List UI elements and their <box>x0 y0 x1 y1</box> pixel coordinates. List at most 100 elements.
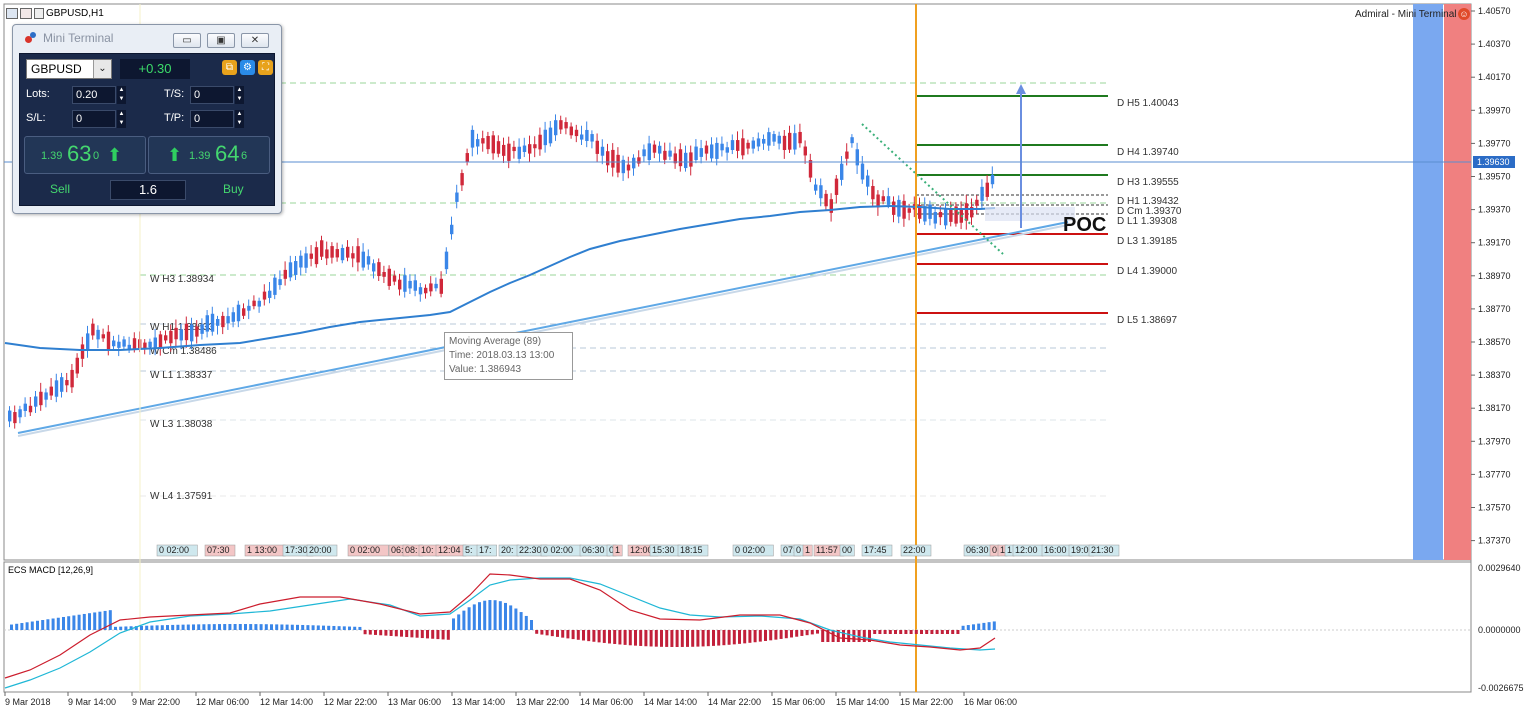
macd-hist-positive <box>197 624 201 630</box>
bull-candle <box>668 150 672 157</box>
bull-candle <box>304 253 308 268</box>
bear-candle <box>507 143 511 161</box>
symbol-dropdown[interactable]: GBPUSD ⌄ <box>26 59 112 79</box>
bull-candle <box>455 192 459 202</box>
bull-candle <box>112 340 116 347</box>
bear-candle <box>512 146 516 152</box>
mini-terminal-titlebar[interactable]: Mini Terminal ▭ ▣ ✕ <box>13 25 281 51</box>
bull-candle <box>236 304 241 322</box>
buy-price-big: 64 <box>215 141 240 166</box>
bear-candle <box>564 122 568 129</box>
bull-candle <box>632 157 636 169</box>
macd-hist-negative <box>732 630 736 645</box>
tp-input[interactable]: 0 <box>190 110 234 128</box>
bear-candle <box>595 140 599 154</box>
macd-hist-negative <box>634 630 637 646</box>
macd-hist-negative <box>717 630 721 646</box>
volume-display[interactable]: 1.6 <box>110 180 186 200</box>
window-icons <box>6 8 44 20</box>
bull-candle <box>580 134 584 140</box>
macd-hist-positive <box>62 616 65 630</box>
macd-hist-positive <box>202 624 206 630</box>
expert-status-icon[interactable]: ☺ <box>1458 8 1470 20</box>
bull-candle <box>699 148 703 157</box>
bear-candle <box>574 129 579 137</box>
macd-hist-negative <box>374 630 377 635</box>
tp-stepper[interactable]: ▲ ▼ <box>235 110 244 128</box>
bull-candle <box>205 315 209 332</box>
macd-hist-negative <box>873 630 877 634</box>
sell-price-button[interactable]: 1.39 63 0 ⬆ <box>24 136 146 174</box>
minimize-button[interactable]: ▭ <box>173 33 201 48</box>
gear-icon[interactable]: ⚙ <box>240 60 255 75</box>
bull-candle <box>980 186 984 201</box>
ts-stepper[interactable]: ▲ ▼ <box>235 86 244 104</box>
bull-candle <box>923 206 927 222</box>
macd-hist-negative <box>670 630 674 647</box>
macd-hist-negative <box>550 630 554 637</box>
bull-candle <box>866 175 870 187</box>
lots-stepper[interactable]: ▲ ▼ <box>117 86 126 104</box>
macd-hist-negative <box>665 630 669 647</box>
macd-hist-positive <box>519 612 523 630</box>
macd-hist-positive <box>98 611 102 630</box>
buy-button[interactable]: Buy <box>223 182 244 196</box>
sell-button[interactable]: Sell <box>50 182 70 196</box>
lots-input[interactable]: 0.20 <box>72 86 116 104</box>
mini-terminal-window[interactable]: Mini Terminal ▭ ▣ ✕ GBPUSD ⌄ +0.30 ⧉ ⚙ ⛶… <box>12 24 282 214</box>
macd-hist-positive <box>457 614 461 630</box>
time-tick-label: 15 Mar 06:00 <box>772 697 825 707</box>
macd-hist-positive <box>311 625 315 630</box>
bear-candle <box>798 131 802 144</box>
macd-hist-negative <box>405 630 409 638</box>
lots-label: Lots: <box>26 88 50 100</box>
bear-candle <box>221 315 225 328</box>
macd-hist-negative <box>899 630 903 634</box>
chevron-down-icon[interactable]: ⌄ <box>93 60 111 78</box>
bull-candle <box>179 329 183 341</box>
bear-candle <box>283 269 287 279</box>
bull-candle <box>96 329 100 340</box>
bear-candle <box>985 182 989 197</box>
buy-price-button[interactable]: ⬆ 1.39 64 6 <box>148 136 270 174</box>
restore-button[interactable]: ▣ <box>207 33 235 48</box>
sell-price-small: 0 <box>93 150 100 162</box>
bear-candle <box>75 357 79 374</box>
macd-hist-positive <box>504 602 507 630</box>
sl-input[interactable]: 0 <box>72 110 116 128</box>
session-tag-label: 1 13:00 <box>247 545 277 555</box>
macd-hist-negative <box>743 630 747 644</box>
price-tick-label: 1.37970 <box>1478 436 1511 446</box>
sl-stepper[interactable]: ▲ ▼ <box>117 110 126 128</box>
macd-hist-negative <box>769 630 773 641</box>
bull-candle <box>60 377 64 392</box>
bear-candle <box>424 287 428 294</box>
close-button[interactable]: ✕ <box>241 33 269 48</box>
macd-hist-negative <box>649 630 653 647</box>
expand-icon[interactable]: ⛶ <box>258 60 273 75</box>
bull-candle <box>153 337 157 348</box>
macd-hist-negative <box>712 630 715 646</box>
time-tick-label: 13 Mar 14:00 <box>452 697 505 707</box>
macd-hist-positive <box>306 625 310 630</box>
bull-candle <box>647 143 651 161</box>
bull-candle <box>450 224 454 235</box>
macd-hist-negative <box>436 630 440 640</box>
bear-candle <box>964 203 969 221</box>
macd-hist-positive <box>192 624 195 630</box>
bear-candle <box>242 308 246 316</box>
macd-hist-positive <box>280 624 284 630</box>
macd-hist-negative <box>566 630 570 639</box>
bull-candle <box>54 380 59 397</box>
macd-hist-negative <box>738 630 741 644</box>
ts-input[interactable]: 0 <box>190 86 234 104</box>
macd-hist-negative <box>623 630 627 645</box>
macd-hist-negative <box>446 630 450 640</box>
macd-hist-positive <box>228 624 232 630</box>
bear-candle <box>309 253 313 259</box>
macd-hist-negative <box>956 630 960 634</box>
copy-icon[interactable]: ⧉ <box>222 60 237 75</box>
macd-hist-positive <box>348 626 351 630</box>
bear-candle <box>704 145 709 154</box>
bear-candle <box>533 144 537 149</box>
